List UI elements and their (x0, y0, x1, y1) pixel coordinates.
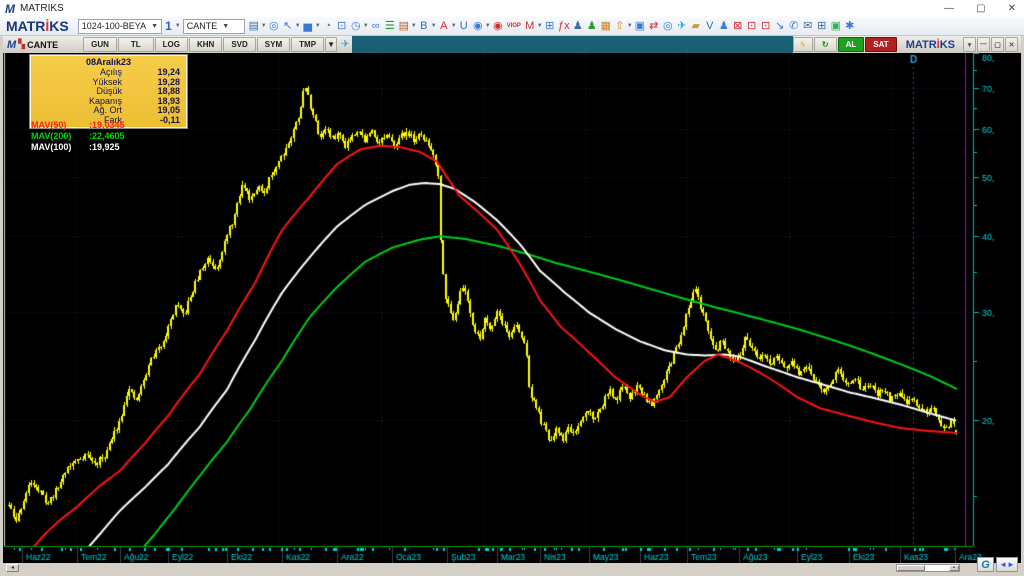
chat-icon[interactable]: ▣ (829, 18, 843, 35)
chart-mode-button-svd[interactable]: SVD (223, 37, 256, 52)
maximize-button[interactable]: ▢ (976, 3, 985, 14)
mav-legend-row: MAV(50) :19,0345 (31, 120, 125, 131)
chart-mode-button-sym[interactable]: SYM (256, 37, 291, 52)
twitter-icon[interactable]: ✈ (341, 39, 349, 50)
bar-chart-icon[interactable]: ▅ (301, 18, 315, 35)
fx-icon[interactable]: ƒx (557, 18, 571, 35)
underline-icon[interactable]: U (457, 18, 471, 35)
calculator-icon[interactable]: ⊞ (815, 18, 829, 35)
compass-alt-icon[interactable]: ◉ (491, 18, 505, 35)
matriks-m-icon: M (7, 38, 17, 51)
journal-icon[interactable]: ▤ (397, 18, 411, 35)
matriks-m-icon[interactable]: M (523, 18, 537, 35)
chevron-down-icon[interactable]: ▼ (175, 23, 181, 29)
window-title: MATRIKS (20, 3, 64, 14)
chart-body: 08Aralık23 Açılış 19,24 Yüksek 19,28 Düşük… (3, 53, 1021, 563)
twitter-icon[interactable]: ✈ (675, 18, 689, 35)
app-window: M MATRIKS — ▢ ✕ MATRİKS 1024-100-BEYA ▼ 1… (0, 0, 1024, 576)
chevron-down-icon: ▼ (222, 22, 230, 30)
minimize-button[interactable]: — (944, 3, 954, 14)
chart-titlebar: M ▚ CANTE GUN TL LOG KHN SVD SYM TMP ▼ ✈ ϟ ↻ A… (3, 36, 1021, 53)
window-icon[interactable]: ⊡ (745, 18, 759, 35)
chart-mode-button-tmp[interactable]: TMP (291, 37, 325, 52)
draw-arrow-icon[interactable]: ↘ (773, 18, 787, 35)
window-gear-icon[interactable]: ⊠ (731, 18, 745, 35)
buy-button[interactable]: AL (837, 37, 865, 52)
depth-list-icon[interactable]: ☰ (383, 18, 397, 35)
chart-mode-button-gun[interactable]: GUN (83, 37, 117, 52)
matriks-brand-logo: MATRİKS (6, 18, 69, 34)
chart-symbol-label: CANTE (27, 39, 59, 50)
scrollbar-button[interactable]: • (949, 565, 959, 571)
pie-chart-icon[interactable]: ◔ (321, 18, 335, 35)
scrollbar-thumb[interactable] (897, 565, 925, 571)
refresh-button[interactable]: ↻ (813, 37, 837, 52)
handshake-icon[interactable]: ∞ (369, 18, 383, 35)
ohlc-tooltip: 08Aralık23 Açılış 19,24 Yüksek 19,28 Düşük… (29, 54, 188, 129)
mav-label: MAV(200) (31, 131, 72, 141)
mav-label: MAV(100) (31, 142, 72, 152)
mail-icon[interactable]: ✉ (801, 18, 815, 35)
mav-value: :19,0345 (89, 120, 125, 130)
workspace-select[interactable]: 1024-100-BEYA ▼ (77, 18, 163, 34)
alarm-icon[interactable]: ✆ (787, 18, 801, 35)
bottom-scroll-strip: ◂ • G ◄► (3, 557, 1021, 573)
matriks-brand-small: MATRİKS (905, 38, 955, 51)
chart-window-icon[interactable]: ⊞ (543, 18, 557, 35)
chart-mode-button-log[interactable]: LOG (154, 37, 188, 52)
chevron-down-icon: ▼ (151, 22, 159, 30)
sell-button[interactable]: SAT (865, 37, 897, 52)
mav-value: :22,4605 (89, 131, 125, 141)
chart-window: M ▚ CANTE GUN TL LOG KHN SVD SYM TMP ▼ ✈ ϟ ↻ A… (0, 36, 1024, 576)
main-toolbar: MATRİKS 1024-100-BEYA ▼ 1 ▼ CANTE ▼ ▤ ▼ ◎ ↖ ▼ ▅ ▼… (0, 17, 1024, 36)
settings-icon[interactable]: ✱ (843, 18, 857, 35)
horizontal-scrollbar[interactable]: • (896, 564, 960, 572)
price-chart[interactable] (3, 53, 1021, 563)
search-icon[interactable]: ◎ (661, 18, 675, 35)
window-titlebar: M MATRIKS — ▢ ✕ (0, 0, 1024, 17)
folder-icon[interactable]: ▰ (689, 18, 703, 35)
mav-value: :19,925 (89, 142, 120, 152)
mav-legend-row: MAV(200) :22,4605 (31, 131, 125, 142)
chart-mode-button-tl[interactable]: TL (117, 37, 154, 52)
chart-rollup-button[interactable]: ▾ (963, 37, 976, 52)
matriks-m-logo: M (5, 1, 15, 16)
window-alt-icon[interactable]: ⊡ (759, 18, 773, 35)
traffic-light-icon[interactable]: ▦ (599, 18, 613, 35)
documents-icon[interactable]: ▣ (633, 18, 647, 35)
clock-icon[interactable]: ◷ (349, 18, 363, 35)
scroll-left-button[interactable]: ◂ (6, 564, 19, 572)
mav-legend: MAV(50) :19,0345 MAV(200) :22,4605 MAV(100):… (31, 120, 125, 153)
exchange-icon[interactable]: ⇄ (647, 18, 661, 35)
chart-close-button[interactable]: ✕ (1005, 37, 1018, 52)
user-icon[interactable]: ♟ (571, 18, 585, 35)
chart-options-dropdown[interactable]: ▼ (325, 37, 338, 52)
close-button[interactable]: ✕ (1008, 3, 1016, 14)
mav-legend-row: MAV(100) :19,925 (31, 142, 125, 153)
save-icon[interactable]: ▤ (247, 18, 261, 35)
page-number[interactable]: 1 (164, 19, 173, 33)
font-icon[interactable]: A (437, 18, 451, 35)
flash-order-button[interactable]: ϟ (792, 37, 813, 52)
matriks-swirl-logo-button[interactable]: G (977, 557, 994, 572)
user-export-icon[interactable]: ♟ (717, 18, 731, 35)
chart-maximize-button[interactable]: ▢ (991, 37, 1004, 52)
titlebar-fill (352, 36, 793, 53)
mav-label: MAV(50) (31, 120, 67, 130)
pointer-icon[interactable]: ↖ (281, 18, 295, 35)
symbol-select[interactable]: CANTE ▼ (182, 18, 245, 34)
viop-icon[interactable]: VIOP (505, 18, 523, 35)
upload-icon[interactable]: ⇧ (613, 18, 627, 35)
monitor-icon[interactable]: ⊡ (335, 18, 349, 35)
v-icon[interactable]: V (703, 18, 717, 35)
user-chart-icon[interactable]: ♟ (585, 18, 599, 35)
bold-icon[interactable]: B (417, 18, 431, 35)
scroll-nav-arrows-button[interactable]: ◄► (996, 557, 1018, 572)
chart-minimize-button[interactable]: — (977, 37, 990, 52)
compass-icon[interactable]: ◉ (471, 18, 485, 35)
chart-type-icon[interactable]: ▚ (18, 39, 25, 50)
diff-value: -0,11 (159, 114, 180, 125)
chart-mode-button-khn[interactable]: KHN (189, 37, 223, 52)
zoom-icon[interactable]: ◎ (267, 18, 281, 35)
